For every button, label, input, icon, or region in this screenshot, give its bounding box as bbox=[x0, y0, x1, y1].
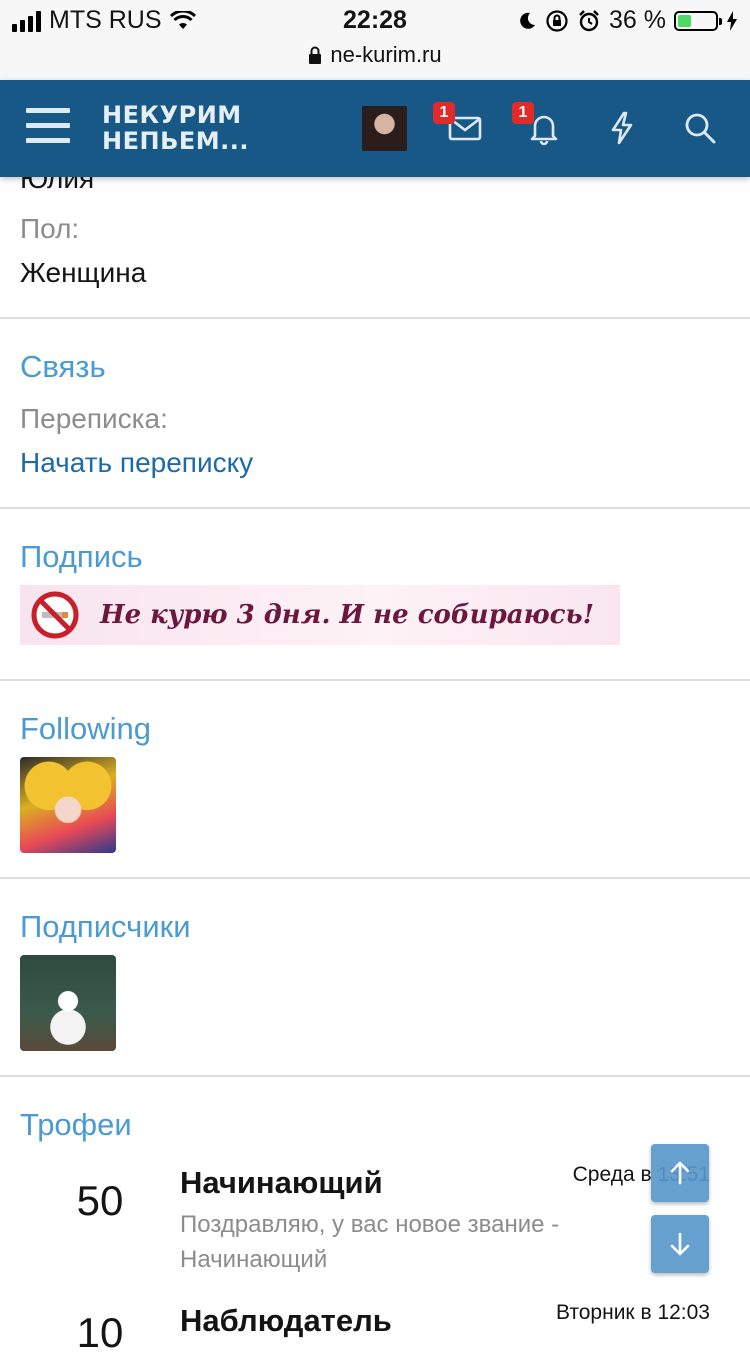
alerts-badge: 1 bbox=[512, 102, 534, 124]
no-smoking-icon bbox=[31, 591, 79, 639]
status-right: 36 % bbox=[517, 6, 738, 35]
whats-new-button[interactable] bbox=[604, 110, 640, 146]
user-avatar[interactable] bbox=[362, 106, 407, 151]
inbox-button[interactable]: 1 bbox=[433, 102, 483, 146]
menu-icon[interactable] bbox=[26, 108, 70, 148]
address-bar[interactable]: ne-kurim.ru bbox=[0, 42, 750, 70]
scroll-to-bottom-button[interactable] bbox=[651, 1215, 709, 1273]
contact-section-title: Связь bbox=[20, 349, 106, 384]
search-button[interactable] bbox=[682, 110, 718, 146]
alarm-icon bbox=[579, 9, 599, 31]
divider bbox=[0, 507, 750, 509]
site-header: НЕКУРИМ НЕПЬЕМ... 1 1 bbox=[0, 80, 750, 177]
trophy-points: 10 bbox=[76, 1309, 124, 1356]
trophy-points: 50 bbox=[76, 1177, 124, 1224]
alerts-button[interactable]: 1 bbox=[512, 102, 562, 146]
divider bbox=[0, 877, 750, 879]
divider bbox=[0, 317, 750, 319]
trophy-date: Вторник в 12:03 bbox=[556, 1301, 710, 1324]
site-logo[interactable]: НЕКУРИМ НЕПЬЕМ... bbox=[102, 102, 249, 154]
lightning-icon bbox=[611, 111, 633, 145]
logo-line2: НЕПЬЕМ... bbox=[102, 127, 249, 155]
logo-line1: НЕКУРИМ bbox=[102, 101, 242, 129]
trophies-section-title: Трофеи bbox=[20, 1107, 132, 1142]
trophy-description: Поздравляю, у вас новое звание - Начинаю… bbox=[180, 1211, 560, 1273]
search-icon bbox=[685, 113, 716, 144]
start-conversation-link[interactable]: Начать переписку bbox=[20, 447, 253, 479]
arrow-down-icon bbox=[670, 1232, 690, 1256]
gender-value: Женщина bbox=[20, 257, 147, 288]
arrow-up-icon bbox=[670, 1161, 690, 1185]
conversation-label: Переписка: bbox=[20, 403, 168, 434]
follower-avatar[interactable] bbox=[20, 955, 116, 1051]
battery-icon bbox=[674, 10, 722, 31]
lock-icon bbox=[308, 44, 322, 70]
url-text: ne-kurim.ru bbox=[330, 42, 442, 67]
divider bbox=[0, 679, 750, 681]
gender-label: Пол: bbox=[20, 213, 80, 244]
trophy-title: Начинающий bbox=[180, 1165, 383, 1200]
divider bbox=[0, 1075, 750, 1077]
inbox-badge: 1 bbox=[433, 102, 455, 124]
signature-text: Не курю 3 дня. И не собираюсь! bbox=[100, 600, 595, 630]
battery-percent: 36 % bbox=[609, 6, 666, 34]
signature-banner: Не курю 3 дня. И не собираюсь! bbox=[20, 585, 620, 645]
rotation-lock-icon bbox=[546, 9, 568, 32]
following-avatar[interactable] bbox=[20, 757, 116, 853]
moon-icon bbox=[520, 12, 536, 29]
charging-bolt-icon bbox=[727, 10, 737, 31]
following-section-title: Following bbox=[20, 711, 151, 746]
followers-section-title: Подписчики bbox=[20, 909, 191, 944]
status-bar: MTS RUS 22:28 36 % ne-kurim.ru bbox=[0, 0, 750, 80]
scroll-to-top-button[interactable] bbox=[651, 1144, 709, 1202]
signature-section-title: Подпись bbox=[20, 539, 143, 574]
